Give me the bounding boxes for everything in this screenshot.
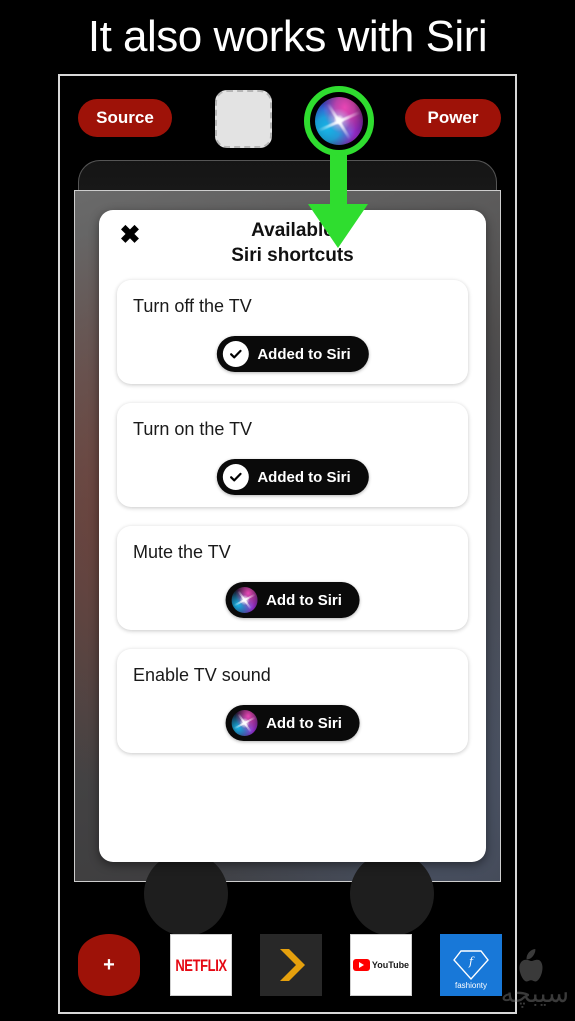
plex-app-icon[interactable] xyxy=(260,934,322,996)
siri-orb-icon xyxy=(315,97,363,145)
shortcut-title: Turn off the TV xyxy=(133,296,252,316)
check-icon xyxy=(222,341,249,367)
annotation-arrow-head xyxy=(308,204,368,248)
plex-chevron-icon xyxy=(280,949,305,981)
screenshot-frame: Source Power ✖ Available Siri shortcuts … xyxy=(58,74,517,1014)
blank-key-placeholder[interactable] xyxy=(215,90,272,148)
app-shortcut-row: + NETFLIX YouTube f fashionty xyxy=(60,924,515,1004)
siri-button-label: Add to Siri xyxy=(266,591,342,609)
list-item[interactable]: Turn off the TV Added to Siri xyxy=(117,280,468,384)
fashionty-app-icon[interactable]: f fashionty xyxy=(440,934,502,996)
svg-text:f: f xyxy=(468,955,475,968)
apple-logo-icon xyxy=(519,949,543,982)
source-button[interactable]: Source xyxy=(78,99,172,137)
siri-button-label: Added to Siri xyxy=(257,468,351,486)
netflix-app-icon[interactable]: NETFLIX xyxy=(170,934,232,996)
added-to-siri-button[interactable]: Added to Siri xyxy=(216,459,369,495)
shortcut-title: Turn on the TV xyxy=(133,419,253,439)
siri-orb-icon xyxy=(231,587,258,613)
remote-top-row: Source Power xyxy=(60,76,515,160)
siri-button-highlight[interactable] xyxy=(304,86,374,156)
youtube-logo-text: YouTube xyxy=(371,960,410,970)
power-button[interactable]: Power xyxy=(405,99,501,137)
diamond-icon: f xyxy=(453,950,489,981)
page-title: It also works with Siri xyxy=(87,12,488,61)
siri-shortcuts-modal: ✖ Available Siri shortcuts Turn off the … xyxy=(99,210,486,862)
youtube-app-icon[interactable]: YouTube xyxy=(350,934,412,996)
added-to-siri-button[interactable]: Added to Siri xyxy=(216,336,369,372)
shortcut-title: Enable TV sound xyxy=(133,665,271,685)
shortcut-title: Mute the TV xyxy=(133,542,231,562)
modal-header: ✖ Available Siri shortcuts xyxy=(99,210,486,272)
shortcut-list: Turn off the TV Added to Siri Turn on th… xyxy=(117,280,468,772)
youtube-play-icon xyxy=(352,959,370,971)
siri-orb-icon xyxy=(231,710,258,736)
fashionty-logo-text: fashionty xyxy=(454,981,488,990)
siri-button-label: Added to Siri xyxy=(257,345,351,363)
netflix-logo-text: NETFLIX xyxy=(175,955,227,975)
list-item[interactable]: Enable TV sound Add to Siri xyxy=(117,649,468,753)
check-icon xyxy=(222,464,249,490)
add-to-siri-button[interactable]: Add to Siri xyxy=(225,582,360,618)
add-to-siri-button[interactable]: Add to Siri xyxy=(225,705,360,741)
modal-title-line2: Siri shortcuts xyxy=(231,245,354,266)
modal-title: Available Siri shortcuts xyxy=(99,218,486,268)
add-app-button[interactable]: + xyxy=(78,934,140,996)
siri-button-label: Add to Siri xyxy=(266,714,342,732)
list-item[interactable]: Mute the TV Add to Siri xyxy=(117,526,468,630)
list-item[interactable]: Turn on the TV Added to Siri xyxy=(117,403,468,507)
